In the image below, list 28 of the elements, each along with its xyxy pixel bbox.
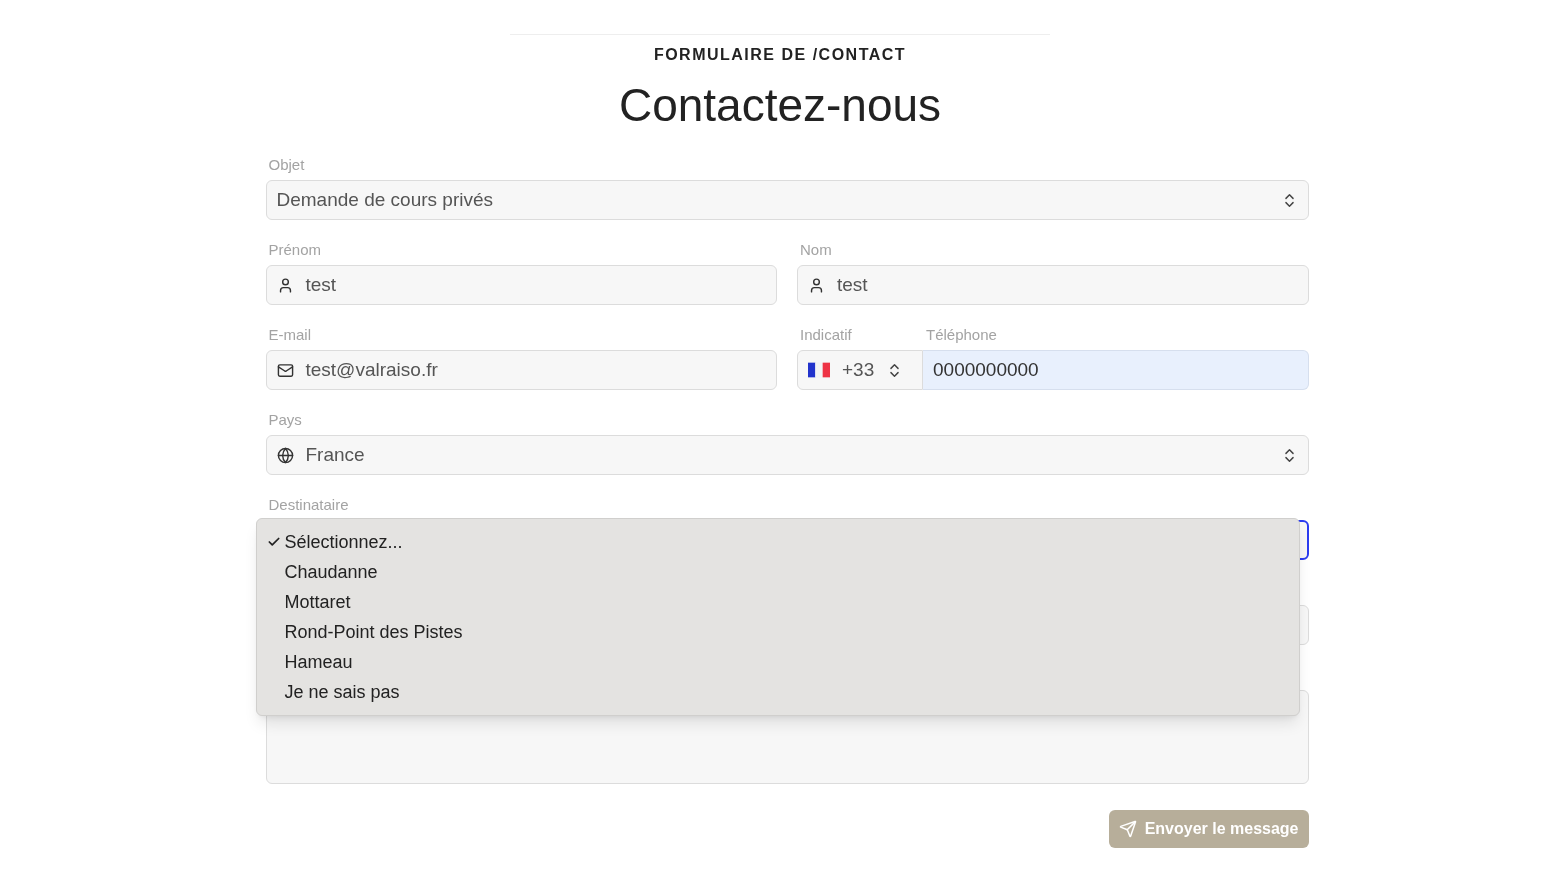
- select-field[interactable]: France: [265, 435, 1309, 475]
- field-label: Prénom: [267, 240, 323, 260]
- field-label: Nom: [799, 240, 833, 260]
- flag-icon: [808, 362, 830, 378]
- menu-option[interactable]: Rond-Point des Pistes: [256, 617, 1299, 647]
- page-heading: Contactez-nous: [618, 78, 942, 133]
- person-icon: [808, 276, 825, 294]
- form-eyebrow: FORMULAIRE DE /CONTACT: [653, 45, 907, 65]
- field-label: Objet: [267, 155, 306, 175]
- globe-icon: [276, 446, 294, 464]
- input-field[interactable]: test: [797, 265, 1309, 305]
- phone-input[interactable]: 0000000000: [923, 350, 1309, 390]
- mail-icon: [276, 361, 294, 379]
- dial-code-select[interactable]: +33: [797, 350, 923, 390]
- menu-option[interactable]: Mottaret: [256, 587, 1299, 617]
- field-label: Pays: [267, 410, 303, 430]
- field-label: Téléphone: [925, 325, 998, 345]
- menu-option[interactable]: Sélectionnez...: [256, 527, 1299, 557]
- field-label: Indicatif: [799, 325, 853, 345]
- field-label: Destinataire: [267, 495, 350, 515]
- menu-option[interactable]: Je ne sais pas: [256, 677, 1299, 707]
- menu-option[interactable]: Hameau: [256, 647, 1299, 677]
- select-field[interactable]: Demande de cours privés: [265, 180, 1309, 220]
- input-field[interactable]: test: [265, 265, 777, 305]
- field-label: E-mail: [267, 325, 312, 345]
- send-icon: [1118, 820, 1137, 838]
- input-field[interactable]: test@valraiso.fr: [265, 350, 777, 390]
- menu-option[interactable]: Chaudanne: [256, 557, 1299, 587]
